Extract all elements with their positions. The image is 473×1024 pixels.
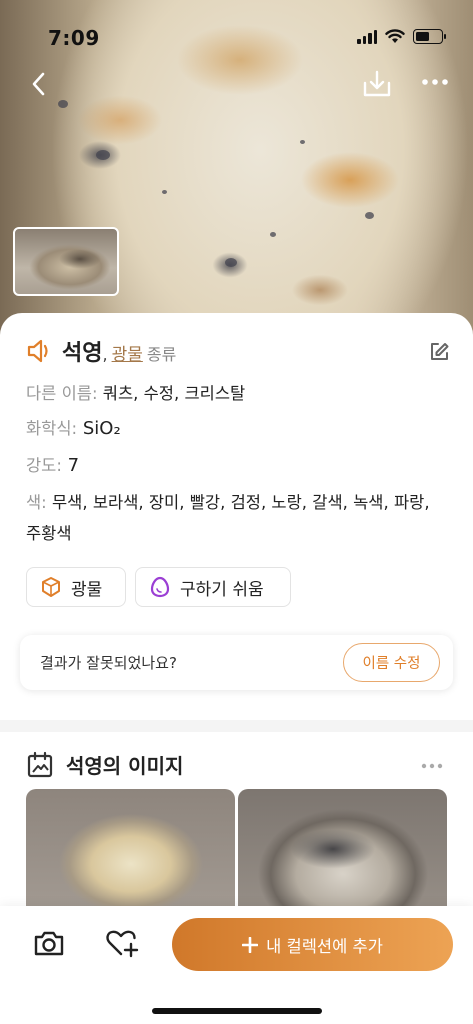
aliases-row: 다른 이름: 쿼츠, 수정, 크리스탈 — [26, 378, 245, 409]
camera-icon[interactable] — [32, 926, 66, 960]
hardness-row: 강도: 7 — [26, 450, 79, 481]
title-row: 석영 , 광물 종류 — [26, 335, 176, 367]
images-more-icon[interactable] — [420, 761, 444, 771]
hardness-value: 7 — [67, 455, 80, 476]
egg-icon — [150, 576, 170, 598]
category-link[interactable]: 광물 — [112, 340, 143, 365]
color-value: 무색, 보라색, 장미, 빨강, 검정, 노랑, 갈색, 녹색, 파랑, 주황색 — [26, 493, 430, 543]
rename-button[interactable]: 이름 수정 — [343, 643, 440, 682]
feedback-box: 결과가 잘못되었나요? 이름 수정 — [20, 635, 453, 690]
formula-value: SiO₂ — [82, 418, 121, 439]
aliases-value: 쿼츠, 수정, 크리스탈 — [102, 384, 246, 403]
back-button[interactable] — [24, 66, 56, 102]
bottom-action-bar: 내 컬렉션에 추가 — [0, 906, 473, 1024]
color-row: 색: 무색, 보라색, 장미, 빨강, 검정, 노랑, 갈색, 녹색, 파랑, … — [26, 487, 446, 549]
plus-icon — [242, 936, 259, 953]
add-to-collection-button[interactable]: 내 컬렉션에 추가 — [172, 918, 453, 971]
chip-obtainability[interactable]: 구하기 쉬움 — [135, 567, 291, 607]
mineral-name: 석영 — [62, 341, 103, 366]
wifi-icon — [385, 29, 405, 43]
formula-row: 화학식: SiO₂ — [26, 413, 121, 444]
color-label: 색: — [26, 493, 47, 512]
info-card: 석영 , 광물 종류 다른 이름: 쿼츠, 수정, 크리스탈 화학식: SiO₂… — [0, 313, 473, 720]
home-indicator — [152, 1008, 322, 1014]
feedback-question: 결과가 잘못되었나요? — [40, 654, 177, 672]
status-bar: 7:09 — [0, 0, 473, 60]
status-time: 7:09 — [48, 26, 100, 50]
name-separator: , — [102, 345, 108, 364]
image-gallery-icon — [27, 751, 53, 777]
photo-thumbnail[interactable] — [13, 227, 119, 296]
images-section-title: 석영의 이미지 — [66, 754, 184, 778]
status-icons — [357, 29, 446, 44]
chevron-left-icon — [32, 72, 45, 96]
add-to-collection-label: 내 컬렉션에 추가 — [266, 936, 383, 956]
aliases-label: 다른 이름: — [26, 384, 98, 403]
more-horizontal-icon — [422, 79, 448, 85]
images-section-header: 석영의 이미지 — [26, 750, 183, 779]
heart-plus-icon[interactable] — [104, 926, 140, 960]
download-button[interactable] — [360, 66, 394, 102]
chip-obtainability-label: 구하기 쉬움 — [180, 579, 264, 600]
download-icon — [363, 70, 391, 97]
formula-label: 화학식: — [26, 419, 78, 438]
edit-icon[interactable] — [428, 341, 450, 363]
chip-mineral[interactable]: 광물 — [26, 567, 126, 607]
more-options-button[interactable] — [418, 70, 452, 94]
chip-mineral-label: 광물 — [71, 579, 103, 600]
gem-icon — [42, 577, 60, 597]
cellular-signal-icon — [357, 29, 377, 44]
speaker-icon[interactable] — [26, 338, 54, 364]
battery-icon — [413, 29, 446, 44]
section-divider — [0, 720, 473, 732]
category-suffix: 종류 — [146, 345, 177, 364]
hardness-label: 강도: — [26, 456, 62, 475]
